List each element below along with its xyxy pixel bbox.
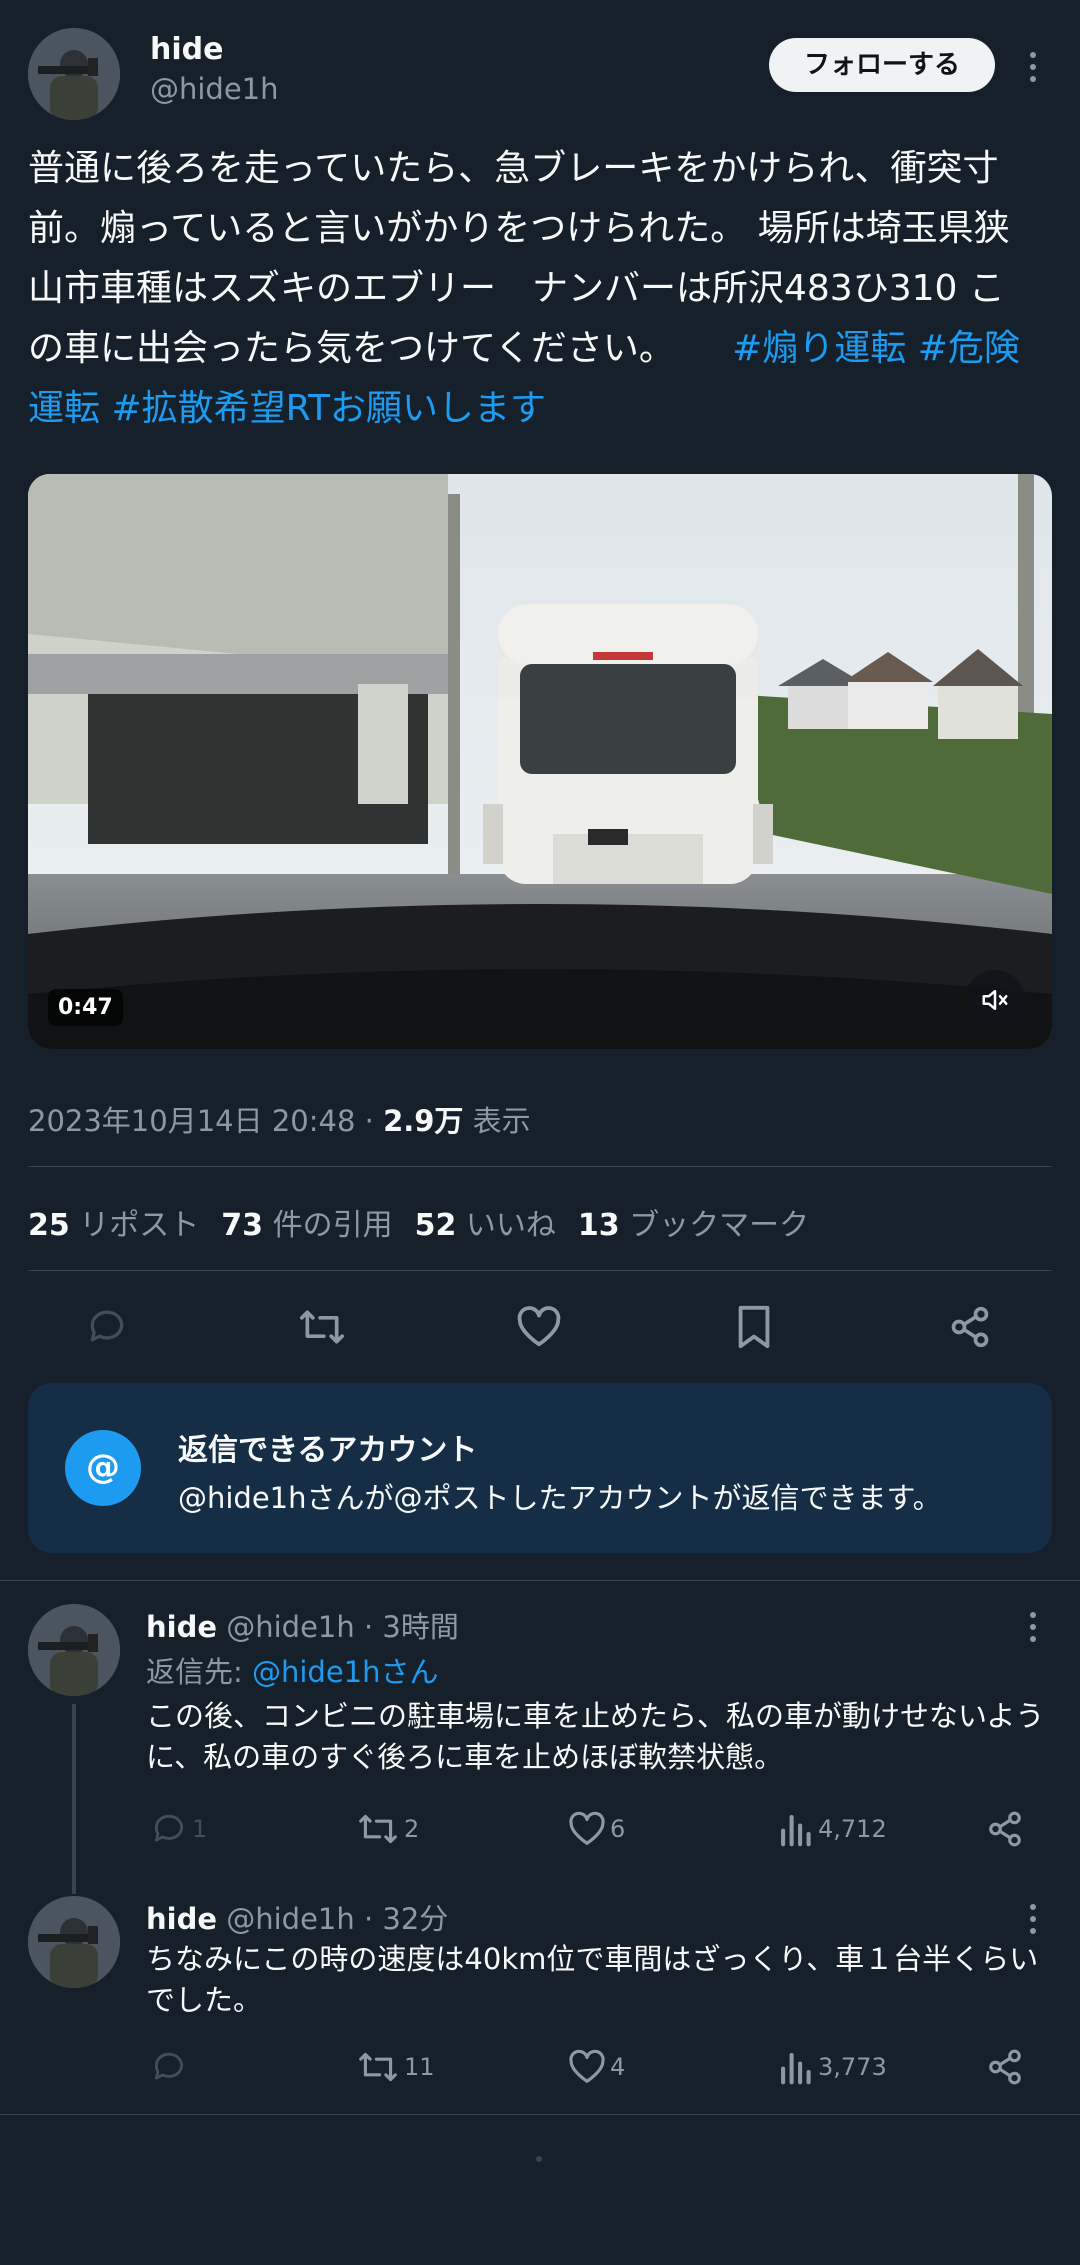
video-duration-badge: 0:47 xyxy=(48,989,123,1026)
like-icon[interactable]: 4 xyxy=(568,2048,625,2086)
retweet-count: 11 xyxy=(404,2053,435,2081)
follow-button[interactable]: フォローする xyxy=(769,38,995,92)
video-frame xyxy=(28,474,1052,1049)
reply-header: hide @hide1h · 3時間 xyxy=(146,1604,459,1646)
views-count: 4,712 xyxy=(818,1815,887,1843)
hashtag-link[interactable]: #煽り運転 xyxy=(732,328,906,369)
more-options-icon[interactable] xyxy=(1029,52,1037,82)
views-count: 2.9万 xyxy=(383,1104,464,1138)
author-name[interactable]: hide xyxy=(150,32,223,67)
like-count: 4 xyxy=(610,2053,626,2081)
divider xyxy=(28,1270,1052,1271)
at-icon: @ xyxy=(65,1430,141,1506)
author-avatar[interactable] xyxy=(28,28,120,120)
tweet-timestamp[interactable]: 2023年10月14日 20:48 · xyxy=(28,1104,383,1138)
share-icon[interactable] xyxy=(986,1810,1024,1848)
divider xyxy=(28,1166,1052,1167)
loading-dot xyxy=(536,2156,542,2162)
stat-bookmarks[interactable]: 13 ブックマーク xyxy=(578,1200,809,1244)
author-handle[interactable]: @hide1h xyxy=(150,72,279,106)
mute-icon[interactable] xyxy=(965,970,1025,1030)
video-player[interactable] xyxy=(28,474,1052,1049)
reply-more-icon[interactable] xyxy=(1029,1612,1037,1642)
divider xyxy=(0,2114,1080,2115)
retweet-icon[interactable]: 11 xyxy=(356,2048,435,2086)
retweet-icon[interactable] xyxy=(296,1305,348,1349)
views-icon[interactable]: 3,773 xyxy=(778,2048,887,2086)
retweet-icon[interactable]: 2 xyxy=(356,1810,419,1848)
tweet-meta: 2023年10月14日 20:48 · 2.9万 表示 xyxy=(28,1098,531,1140)
views-icon[interactable]: 4,712 xyxy=(778,1810,887,1848)
views-count: 3,773 xyxy=(818,2053,887,2081)
hashtag-link[interactable]: #拡散希望RTお願いします xyxy=(111,388,546,429)
stat-reposts[interactable]: 25 リポスト xyxy=(28,1200,199,1244)
reply-author-name[interactable]: hide xyxy=(146,1610,217,1644)
reply-icon[interactable] xyxy=(150,2048,188,2086)
reply-to-line: 返信先: @hide1hさん xyxy=(146,1655,439,1689)
tweet-text: 普通に後ろを走っていたら、急ブレーキをかけられ、衝突寸前。煽っていると言いがかり… xyxy=(28,139,1028,439)
reply-to-link[interactable]: @hide1hさん xyxy=(252,1655,439,1689)
engagement-stats: 25 リポスト 73 件の引用 52 いいね 13 ブックマーク xyxy=(28,1200,809,1244)
reply-icon[interactable]: 1 xyxy=(150,1810,207,1848)
share-icon[interactable] xyxy=(948,1305,992,1349)
reply-text: この後、コンビニの駐車場に車を止めたら、私の車が動けせないように、私の車のすぐ後… xyxy=(146,1699,1045,1774)
reply-meta: @hide1h · 3時間 xyxy=(226,1610,459,1644)
stat-quotes[interactable]: 73 件の引用 xyxy=(221,1200,392,1244)
views-label: 表示 xyxy=(472,1104,531,1138)
reply-icon[interactable] xyxy=(85,1305,129,1349)
like-count: 6 xyxy=(610,1815,626,1843)
thread-line xyxy=(72,1704,76,1894)
reply-more-icon[interactable] xyxy=(1029,1904,1037,1934)
divider xyxy=(0,1580,1080,1581)
share-icon[interactable] xyxy=(986,2048,1024,2086)
like-icon[interactable] xyxy=(516,1305,562,1349)
notice-title: 返信できるアカウント xyxy=(178,1433,478,1468)
like-icon[interactable]: 6 xyxy=(568,1810,625,1848)
retweet-count: 2 xyxy=(404,1815,420,1843)
reply-text: ちなみにこの時の速度は40km位で車間はざっくり、車１台半くらいでした。 xyxy=(146,1942,1039,2017)
reply-author-name[interactable]: hide xyxy=(146,1902,217,1936)
stat-likes[interactable]: 52 いいね xyxy=(415,1200,556,1244)
reply-count: 1 xyxy=(192,1815,208,1843)
reply-header: hide @hide1h · 32分 xyxy=(146,1896,448,1938)
reply-avatar[interactable] xyxy=(28,1896,120,1988)
reply-meta: @hide1h · 32分 xyxy=(226,1902,449,1936)
reply-avatar[interactable] xyxy=(28,1604,120,1696)
notice-body: @hide1hさんが@ポストしたアカウントが返信できます。 xyxy=(178,1481,942,1515)
reply-restriction-notice: @ 返信できるアカウント @hide1hさんが@ポストしたアカウントが返信できま… xyxy=(28,1383,1052,1553)
bookmark-icon[interactable] xyxy=(736,1304,772,1350)
